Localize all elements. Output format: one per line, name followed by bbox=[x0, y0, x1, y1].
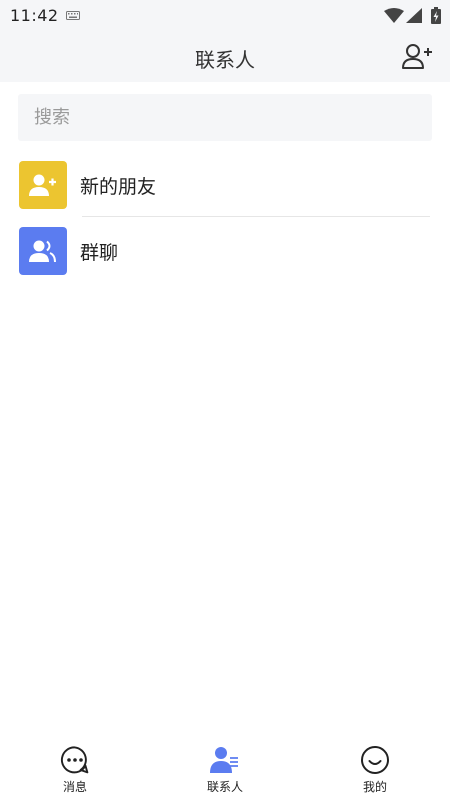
status-bar: 11:42 bbox=[0, 0, 450, 32]
tab-contacts-label: 联系人 bbox=[206, 780, 243, 794]
keyboard-icon bbox=[66, 11, 80, 20]
tab-me[interactable]: 我的 bbox=[300, 737, 450, 800]
wifi-icon bbox=[384, 8, 404, 23]
person-add-icon bbox=[402, 44, 432, 69]
bottom-nav: 消息 联系人 我的 bbox=[0, 737, 450, 800]
smile-icon bbox=[361, 746, 389, 774]
battery-icon bbox=[431, 7, 441, 24]
page-title: 联系人 bbox=[195, 48, 255, 72]
tab-messages[interactable]: 消息 bbox=[0, 737, 150, 800]
tab-me-label: 我的 bbox=[362, 780, 387, 794]
add-contact-button[interactable] bbox=[400, 41, 434, 71]
search-input[interactable] bbox=[18, 94, 432, 141]
chat-bubble-icon bbox=[60, 746, 89, 774]
search-box bbox=[18, 94, 432, 141]
contacts-screen: 11:42 联系人 搜索 新的朋友 群聊 消息 联系人 我的 bbox=[0, 0, 450, 800]
tab-messages-label: 消息 bbox=[62, 780, 87, 794]
group-chat-label: 群聊 bbox=[80, 242, 119, 264]
list-divider bbox=[82, 216, 430, 217]
group-icon bbox=[29, 240, 56, 263]
signal-icon bbox=[406, 8, 422, 23]
tab-contacts[interactable]: 联系人 bbox=[150, 737, 300, 800]
person-add-icon bbox=[29, 174, 56, 196]
new-friends-icon-box bbox=[19, 161, 67, 209]
list-item-new-friends[interactable]: 新的朋友 bbox=[0, 153, 450, 219]
group-chat-icon-box bbox=[19, 227, 67, 275]
list-item-group-chat[interactable]: 群聊 bbox=[0, 219, 450, 285]
status-time: 11:42 bbox=[10, 6, 59, 25]
app-header: 联系人 bbox=[0, 32, 450, 82]
contacts-icon bbox=[210, 747, 238, 773]
new-friends-label: 新的朋友 bbox=[80, 176, 157, 198]
